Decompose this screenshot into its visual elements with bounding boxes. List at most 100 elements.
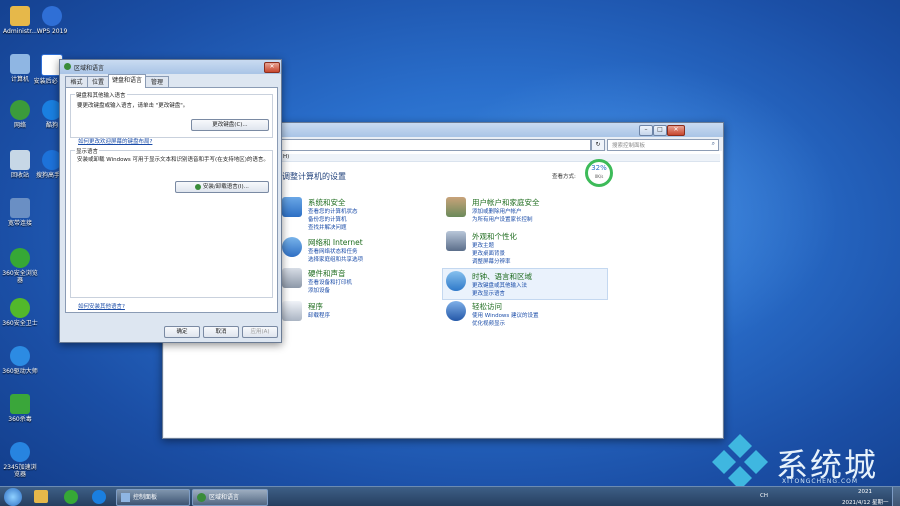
category-programs[interactable]: 程序 卸载程序 [282, 301, 442, 329]
desktop-icon-360-driver[interactable]: 360驱动大师 [0, 346, 40, 375]
category-clock-language-region[interactable]: 时钟、语言和区域 更改键盘或其他输入法 更改显示语言 [442, 268, 608, 300]
task-label: 区域和语言 [209, 494, 240, 501]
desktop-icon-label: 360安全卫士 [2, 320, 38, 327]
programs-icon [282, 301, 302, 321]
performance-gauge[interactable]: 32% 0K/s [585, 159, 613, 187]
explorer-pin-icon[interactable] [34, 490, 48, 503]
computer-icon [10, 54, 30, 74]
desktop-icon-2345-browser[interactable]: 2345加速浏 览器 [0, 442, 40, 478]
category-link[interactable]: 添加或删除用户帐户 [472, 207, 522, 215]
keyboard-group: 键盘和其他输入语言 要更改键盘或输入语言，请单击 "更改键盘"。 更改键盘(C)… [70, 91, 273, 138]
printer-icon [282, 268, 302, 288]
search-input[interactable]: 搜索控制面板 ⌕ [607, 139, 719, 151]
category-link[interactable]: 选择家庭组和共享选项 [308, 255, 363, 263]
task-control-panel[interactable]: 控制面板 [116, 489, 190, 506]
keyboard-layout-help-link[interactable]: 如何更改欢迎屏幕的键盘布局? [78, 137, 152, 145]
category-link[interactable]: 卸载程序 [308, 311, 330, 319]
dialog-title: 区域和语言 [74, 65, 105, 72]
category-ease-of-access[interactable]: 轻松访问 使用 Windows 建议的设置 优化视频显示 [446, 301, 606, 331]
close-button[interactable]: ✕ [667, 125, 685, 136]
360-antivirus-icon [10, 394, 30, 414]
install-languages-label: 安装/卸载语言(I)... [202, 184, 249, 190]
category-user-accounts[interactable]: 用户帐户和家庭安全 添加或删除用户帐户 为所有用户设置家长控制 [446, 197, 606, 233]
control-panel-icon [121, 493, 130, 502]
clock-time[interactable]: 2021 [858, 489, 872, 495]
ease-of-access-icon [446, 301, 466, 321]
display-language-group: 显示语言 安装或卸载 Windows 可用于显示文本和识别语音和手写(在支持地区… [70, 147, 273, 298]
desktop-icon-360-antivirus[interactable]: 360杀毒 [0, 394, 40, 423]
category-link[interactable]: 查看您的计算机状态 [308, 207, 358, 215]
category-system-security[interactable]: 系统和安全 查看您的计算机状态 备份您的计算机 查找并解决问题 [282, 197, 442, 237]
desktop-icon-wps[interactable]: WPS 2019 [32, 6, 72, 35]
category-link[interactable]: 更改显示语言 [472, 289, 505, 297]
category-link[interactable]: 备份您的计算机 [308, 215, 347, 223]
category-link[interactable]: 查看设备和打印机 [308, 278, 352, 286]
category-link[interactable]: 优化视频显示 [472, 319, 505, 327]
task-region-language[interactable]: 区域和语言 [192, 489, 268, 506]
desktop-icon-label: 回收站 [10, 172, 29, 179]
category-link[interactable]: 调整屏幕分辨率 [472, 257, 511, 265]
desktop-icon-label: 360驱动大师 [2, 368, 38, 375]
desktop-icon-label: WPS 2019 [36, 28, 68, 35]
category-link[interactable]: 更改主题 [472, 241, 494, 249]
keyboard-group-desc: 要更改键盘或输入语言，请单击 "更改键盘"。 [77, 103, 189, 109]
category-link[interactable]: 更改桌面背景 [472, 249, 505, 257]
appearance-icon [446, 231, 466, 251]
view-by-label: 查看方式: [552, 174, 576, 180]
desktop-icon-broadband[interactable]: 宽带连接 [0, 198, 40, 227]
category-link[interactable]: 为所有用户设置家长控制 [472, 215, 533, 223]
users-icon [446, 197, 466, 217]
display-group-title: 显示语言 [75, 147, 100, 155]
taskbar: 控制面板 区域和语言 CH 2021 2021/4/12 星期一 [0, 486, 900, 506]
show-desktop-button[interactable] [892, 487, 900, 506]
tab-label: 键盘和语言 [111, 77, 142, 84]
dialog-close-button[interactable]: ✕ [264, 62, 280, 73]
desktop-icon-label: 360杀毒 [8, 416, 32, 423]
category-link[interactable]: 使用 Windows 建议的设置 [472, 311, 539, 319]
ok-button[interactable]: 确定 [164, 326, 200, 338]
tab-label: 位置 [91, 79, 104, 86]
input-method-indicator[interactable]: CH [760, 493, 768, 499]
category-link[interactable]: 查找并解决问题 [308, 223, 347, 231]
change-keyboards-button[interactable]: 更改键盘(C)... [191, 119, 269, 131]
tab-label: 管理 [150, 79, 163, 86]
clock-date[interactable]: 2021/4/12 星期一 [842, 498, 888, 506]
region-language-dialog: 区域和语言 ✕ 格式 位置 键盘和语言 管理 键盘和其他输入语言 要更改键盘或输… [59, 59, 282, 343]
apply-button[interactable]: 应用(A) [242, 326, 278, 338]
search-placeholder: 搜索控制面板 [612, 143, 646, 149]
desktop-icon-360-safe[interactable]: 360安全卫士 [0, 298, 40, 327]
cancel-button[interactable]: 取消 [203, 326, 239, 338]
category-appearance[interactable]: 外观和个性化 更改主题 更改桌面背景 调整屏幕分辨率 [446, 231, 606, 271]
start-button[interactable] [4, 488, 22, 506]
desktop-icon-label: 酷狗 [45, 122, 58, 129]
category-link[interactable]: 更改键盘或其他输入法 [472, 281, 527, 289]
desktop-icon-360-browser[interactable]: 360安全浏览 器 [0, 248, 40, 284]
perf-rate: 0K/s [594, 174, 604, 179]
globe-icon [197, 493, 206, 502]
minimize-button[interactable]: – [639, 125, 653, 136]
folder-icon [10, 6, 30, 26]
desktop: Administr... WPS 2019 计算机 安装后必 doc 网络 酷狗… [0, 0, 900, 506]
360-browser-pin-icon[interactable] [64, 490, 78, 504]
360-browser-icon [10, 248, 30, 268]
install-languages-help-link[interactable]: 如何安装其他语言? [78, 302, 125, 310]
menu-fragment: H) [283, 154, 290, 160]
2345-browser-icon [10, 442, 30, 462]
display-group-desc: 安装或卸载 Windows 可用于显示文本和识别语音和手写(在支持地区)的语言。 [77, 157, 269, 163]
category-link[interactable]: 添加设备 [308, 286, 330, 294]
address-bar[interactable] [281, 139, 591, 151]
category-hardware-sound[interactable]: 硬件和声音 查看设备和打印机 添加设备 [282, 268, 442, 300]
perf-percent: 32% [591, 164, 607, 172]
install-languages-button[interactable]: 安装/卸载语言(I)... [175, 181, 269, 193]
kugou-pin-icon[interactable] [92, 490, 106, 504]
broadband-icon [10, 198, 30, 218]
desktop-icon-label: 宽带连接 [7, 220, 32, 227]
maximize-button[interactable]: □ [653, 125, 667, 136]
category-network-internet[interactable]: 网络和 Internet 查看网络状态和任务 选择家庭组和共享选项 [282, 237, 442, 269]
globe-icon [64, 63, 71, 70]
tab-keyboards-languages[interactable]: 键盘和语言 [108, 74, 146, 88]
desktop-icon-label: 网络 [13, 122, 26, 129]
360-safe-icon [10, 298, 30, 318]
refresh-icon[interactable]: ↻ [591, 139, 605, 151]
category-link[interactable]: 查看网络状态和任务 [308, 247, 358, 255]
